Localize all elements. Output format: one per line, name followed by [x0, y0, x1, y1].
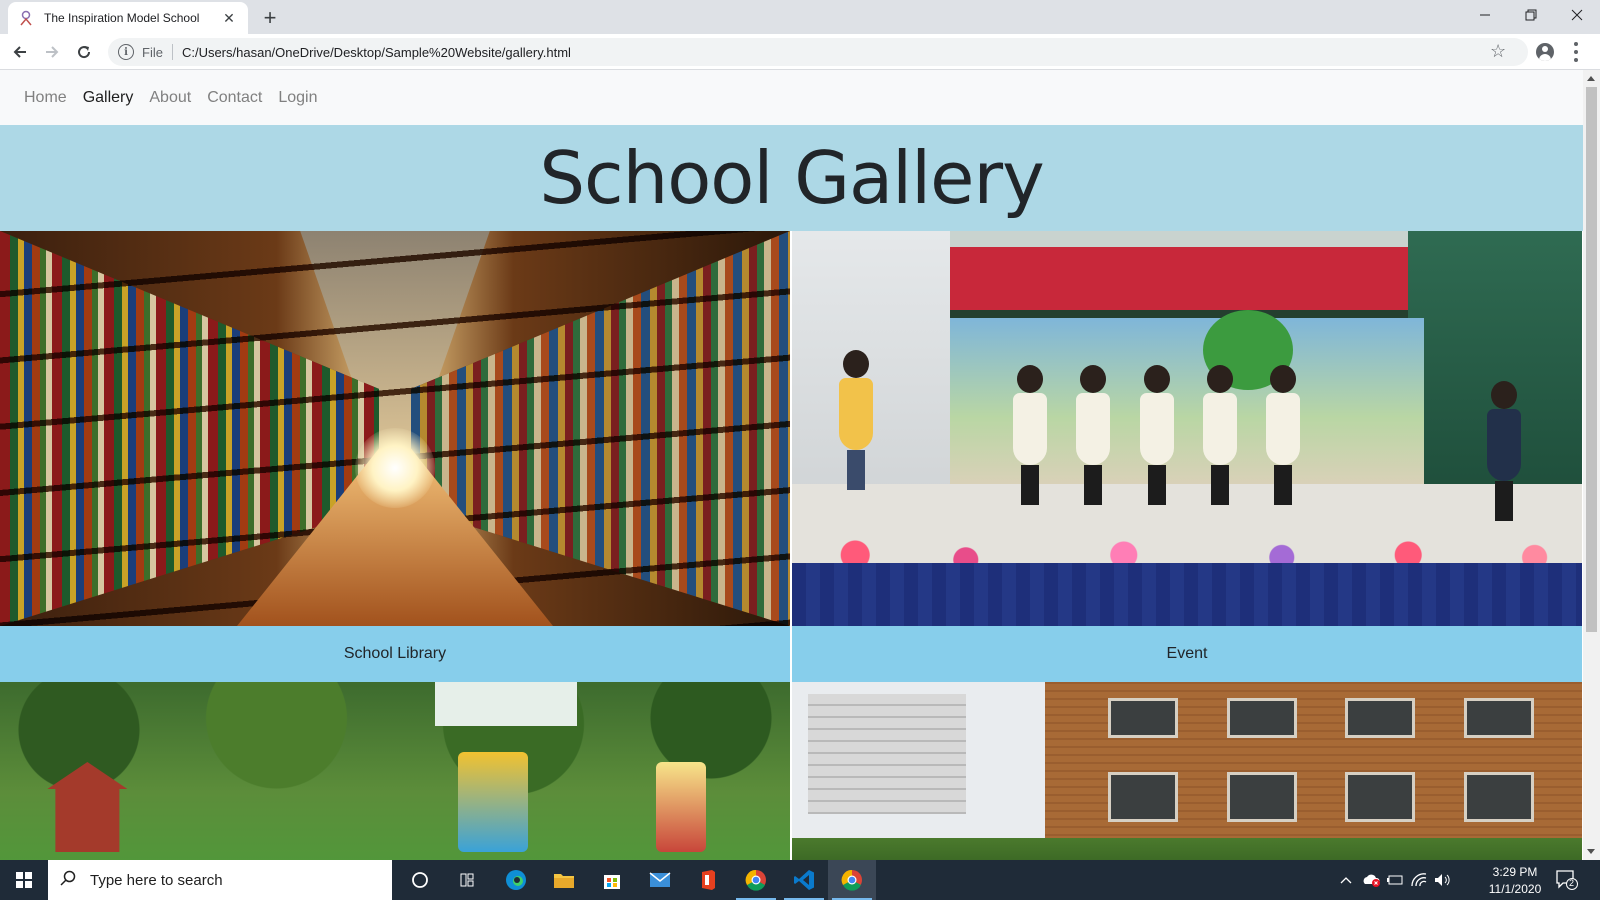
notification-badge: 2: [1569, 878, 1575, 888]
url-text[interactable]: C:/Users/hasan/OneDrive/Desktop/Sample%2…: [182, 45, 571, 60]
gallery-card-building: [792, 682, 1582, 860]
new-tab-button[interactable]: +: [258, 5, 282, 30]
browser-titlebar: The Inspiration Model School ✕ +: [0, 0, 1600, 34]
minimize-icon[interactable]: [1462, 0, 1508, 30]
nav-link-contact[interactable]: Contact: [207, 89, 262, 107]
back-arrow-icon[interactable]: [6, 38, 34, 66]
onedrive-error-icon[interactable]: [1360, 860, 1382, 900]
scrollbar-thumb[interactable]: [1586, 87, 1597, 632]
info-icon[interactable]: i: [118, 44, 134, 60]
bookmark-star-icon[interactable]: ☆: [1490, 42, 1506, 60]
clock-time: 3:29 PM: [1492, 865, 1538, 879]
chrome-icon[interactable]: [732, 860, 780, 900]
site-navbar: Home Gallery About Contact Login: [0, 70, 1583, 125]
action-center-icon[interactable]: 2: [1556, 870, 1578, 890]
system-clock[interactable]: 3:29 PM 11/1/2020: [1480, 864, 1550, 898]
scroll-down-arrow-icon[interactable]: [1587, 849, 1595, 854]
close-window-icon[interactable]: [1554, 0, 1600, 30]
browser-tab[interactable]: The Inspiration Model School ✕: [8, 2, 248, 34]
address-bar[interactable]: i File C:/Users/hasan/OneDrive/Desktop/S…: [108, 38, 1528, 66]
school-favicon-icon: [18, 10, 34, 26]
restore-icon[interactable]: [1508, 0, 1554, 30]
chrome-active-icon[interactable]: [828, 860, 876, 900]
clock-date: 11/1/2020: [1488, 882, 1542, 896]
battery-icon[interactable]: [1384, 860, 1406, 900]
page-title: School Gallery: [539, 136, 1044, 220]
gallery-card-library: School Library: [0, 231, 790, 682]
reload-icon[interactable]: [70, 38, 98, 66]
taskbar-search-box[interactable]: Type here to search: [48, 860, 392, 900]
search-placeholder: Type here to search: [90, 871, 223, 889]
tab-close-icon[interactable]: ✕: [220, 9, 238, 27]
forward-arrow-icon[interactable]: [38, 38, 66, 66]
task-view-icon[interactable]: [444, 860, 492, 900]
gallery-grid: School Library Event: [0, 231, 1583, 860]
start-button[interactable]: [0, 860, 48, 900]
gallery-caption: Event: [792, 626, 1582, 682]
menu-kebab-icon[interactable]: [1574, 42, 1578, 62]
nav-link-login[interactable]: Login: [278, 89, 317, 107]
page-viewport: Home Gallery About Contact Login School …: [0, 70, 1583, 860]
volume-icon[interactable]: [1432, 860, 1454, 900]
gallery-hero: School Gallery: [0, 125, 1583, 231]
omnibox-divider: [171, 44, 173, 60]
windows-taskbar: Type here to search 3:29 PM 11/1/2020 2: [0, 860, 1600, 900]
file-explorer-icon[interactable]: [540, 860, 588, 900]
children-stage-event-image: [792, 231, 1582, 626]
profile-avatar-icon[interactable]: [1536, 43, 1554, 61]
nav-link-about[interactable]: About: [149, 89, 191, 107]
mail-icon[interactable]: [636, 860, 684, 900]
browser-toolbar: i File C:/Users/hasan/OneDrive/Desktop/S…: [0, 34, 1600, 70]
vscode-icon[interactable]: [780, 860, 828, 900]
store-icon[interactable]: [588, 860, 636, 900]
nav-link-home[interactable]: Home: [24, 89, 67, 107]
url-scheme-label: File: [142, 44, 163, 60]
gallery-caption: School Library: [0, 626, 790, 682]
playground-image: [0, 682, 790, 860]
tab-title: The Inspiration Model School: [44, 11, 200, 25]
show-hidden-icons-chevron-icon[interactable]: [1336, 860, 1356, 900]
windows-logo-icon: [16, 872, 32, 888]
edge-icon[interactable]: [492, 860, 540, 900]
wifi-icon[interactable]: [1408, 860, 1430, 900]
nav-link-gallery[interactable]: Gallery: [83, 89, 134, 107]
page-scrollbar[interactable]: [1583, 70, 1600, 860]
gallery-card-event: Event: [792, 231, 1582, 682]
search-icon: [60, 870, 76, 891]
gallery-card-playground: [0, 682, 790, 860]
school-building-image: [792, 682, 1582, 860]
scroll-up-arrow-icon[interactable]: [1587, 76, 1595, 81]
library-bookshelves-image: [0, 231, 790, 626]
cortana-icon[interactable]: [396, 860, 444, 900]
office-icon[interactable]: [684, 860, 732, 900]
